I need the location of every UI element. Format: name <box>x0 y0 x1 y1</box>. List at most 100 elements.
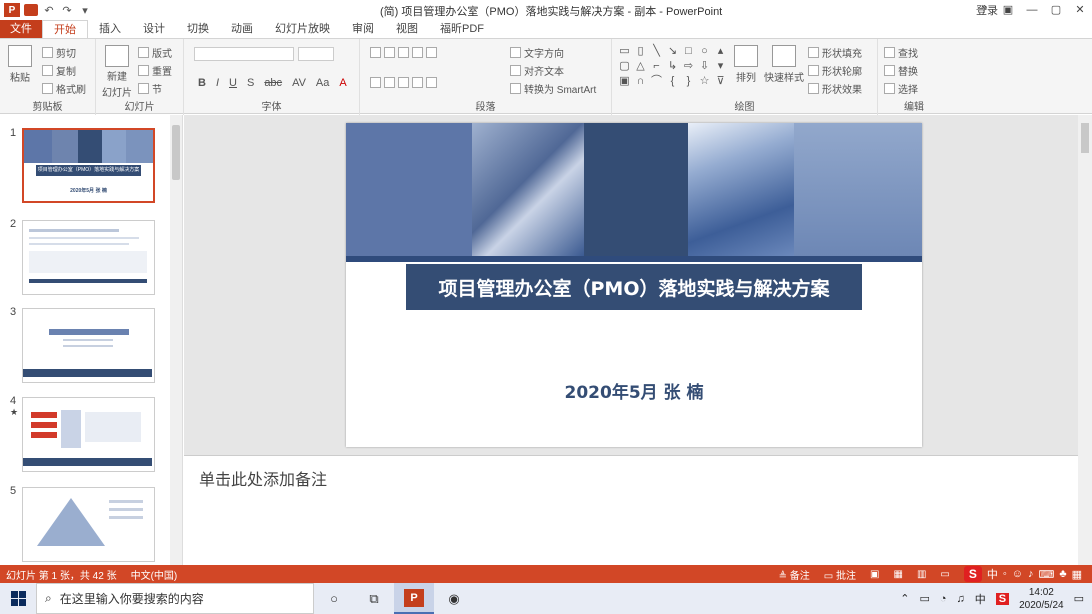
language-indicator[interactable]: 中文(中国) <box>131 567 178 582</box>
keyboard-icon[interactable]: ⌨ <box>1038 568 1054 581</box>
minimize-icon[interactable]: — <box>1020 0 1044 20</box>
connector-shape-icon[interactable]: ↳ <box>666 60 679 72</box>
section-button[interactable]: 节 <box>138 81 162 96</box>
align-center-icon[interactable] <box>384 77 395 88</box>
select-button[interactable]: 选择 <box>884 81 918 96</box>
sorter-view-icon[interactable]: ▦ <box>893 569 902 580</box>
font-color-button[interactable]: A <box>339 77 346 89</box>
textbox-v-shape-icon[interactable]: ▯ <box>634 45 647 57</box>
font-family-select[interactable] <box>194 47 294 61</box>
align-left-icon[interactable] <box>370 77 381 88</box>
volume-icon[interactable]: ♫ <box>957 593 965 605</box>
arrange-button[interactable]: 排列 <box>734 45 758 84</box>
tab-slideshow[interactable]: 幻灯片放映 <box>264 20 341 38</box>
new-slide-button[interactable]: 新建 幻灯片 <box>102 45 132 99</box>
tray-app-icon[interactable]: ▭ <box>919 592 929 605</box>
tray-up-icon[interactable]: ⌃ <box>900 592 909 605</box>
rounded-rect-shape-icon[interactable]: ▢ <box>618 60 631 72</box>
shape-effects-button[interactable]: 形状效果 <box>808 81 862 96</box>
shadow-button[interactable]: S <box>247 77 254 89</box>
comments-button[interactable]: ▭ 批注 <box>824 567 856 582</box>
arrow-line-shape-icon[interactable]: ↘ <box>666 45 679 57</box>
justify-icon[interactable] <box>412 77 423 88</box>
slide-subtitle[interactable]: 2020年5月 张 楠 <box>346 378 922 403</box>
change-case-button[interactable]: Aa <box>316 77 329 89</box>
maximize-icon[interactable]: ▢ <box>1044 0 1068 20</box>
text-direction-button[interactable]: 文字方向 <box>510 45 564 60</box>
task-view-icon[interactable]: ⧉ <box>354 583 394 614</box>
shape-outline-button[interactable]: 形状轮廓 <box>808 63 862 78</box>
close-icon[interactable]: ✕ <box>1068 0 1092 20</box>
ellipse-shape-icon[interactable]: ○ <box>698 45 711 57</box>
ime-mode[interactable]: 中 <box>987 566 998 582</box>
brace-left-shape-icon[interactable]: { <box>666 75 679 87</box>
decrease-indent-icon[interactable] <box>398 47 409 58</box>
quick-styles-button[interactable]: 快速样式 <box>764 45 804 84</box>
elbow-shape-icon[interactable]: ⌐ <box>650 60 663 72</box>
normal-view-icon[interactable]: ▣ <box>870 569 879 580</box>
mic-icon[interactable]: ♪ <box>1028 568 1034 580</box>
thumbnails-scrollbar[interactable] <box>170 115 182 565</box>
customize-icon[interactable]: ▾ <box>78 3 92 17</box>
plaque-shape-icon[interactable]: ▣ <box>618 75 631 87</box>
slide-thumbnail-1[interactable]: 项目管理办公室（PMO）落地实践与解决方案 2020年5月 张 楠 <box>22 128 155 203</box>
tab-foxit-pdf[interactable]: 福昕PDF <box>429 20 495 38</box>
save-icon[interactable] <box>24 4 38 16</box>
taskbar-powerpoint[interactable]: P <box>394 583 434 614</box>
slide-title[interactable]: 项目管理办公室（PMO）落地实践与解决方案 <box>406 264 862 310</box>
right-arrow-shape-icon[interactable]: ⇨ <box>682 60 695 72</box>
italic-button[interactable]: I <box>216 77 219 89</box>
shapes-gallery[interactable]: ▭ ▯ ╲ ↘ □ ○ ▴ ▢ △ ⌐ ↳ ⇨ ⇩ ▾ ▣ ∩ ⌒ { } ☆ … <box>618 45 734 87</box>
paste-button[interactable]: 粘贴 <box>8 45 32 84</box>
cortana-icon[interactable]: ○ <box>314 583 354 614</box>
shape-expand-icon[interactable]: ⊽ <box>714 75 727 87</box>
tab-home[interactable]: 开始 <box>42 20 88 38</box>
shape-scroll-icon[interactable]: ▾ <box>714 60 727 72</box>
increase-indent-icon[interactable] <box>412 47 423 58</box>
find-button[interactable]: 查找 <box>884 45 918 60</box>
slide-scrollbar[interactable] <box>1078 115 1092 565</box>
redo-icon[interactable]: ↷ <box>60 3 74 17</box>
slide-thumbnail-3[interactable] <box>22 308 155 383</box>
taskbar-search[interactable]: ⌕ 在这里输入你要搜索的内容 <box>36 583 314 614</box>
slide-thumbnail-2[interactable] <box>22 220 155 295</box>
tab-review[interactable]: 审阅 <box>341 20 385 38</box>
scroll-thumb[interactable] <box>1081 123 1089 153</box>
punctuation-icon[interactable]: ◦ <box>1003 568 1007 580</box>
align-right-icon[interactable] <box>398 77 409 88</box>
convert-smartart-button[interactable]: 转换为 SmartArt <box>510 81 596 96</box>
ribbon-options-icon[interactable]: ▣ <box>996 0 1020 20</box>
emoji-icon[interactable]: ☺ <box>1012 568 1023 580</box>
line-spacing-icon[interactable] <box>426 47 437 58</box>
shape-fill-button[interactable]: 形状填充 <box>808 45 862 60</box>
tab-insert[interactable]: 插入 <box>88 20 132 38</box>
down-arrow-shape-icon[interactable]: ⇩ <box>698 60 711 72</box>
strikethrough-button[interactable]: abc <box>264 77 282 89</box>
clock[interactable]: 14:02 2020/5/24 <box>1019 586 1064 612</box>
tab-transitions[interactable]: 切换 <box>176 20 220 38</box>
char-spacing-button[interactable]: AV <box>292 77 306 89</box>
bullets-icon[interactable] <box>370 47 381 58</box>
rectangle-shape-icon[interactable]: □ <box>682 45 695 57</box>
notes-placeholder[interactable]: 单击此处添加备注 <box>199 466 327 490</box>
notification-icon[interactable]: ▭ <box>1074 592 1084 605</box>
tab-file[interactable]: 文件 <box>0 20 42 38</box>
sogou-tray-icon[interactable]: S <box>995 592 1010 605</box>
layout-button[interactable]: 版式 <box>138 45 172 60</box>
arc-shape-icon[interactable]: ⌒ <box>650 75 663 87</box>
tab-design[interactable]: 设计 <box>132 20 176 38</box>
tab-view[interactable]: 视图 <box>385 20 429 38</box>
notes-button[interactable]: ≜ 备注 <box>779 567 810 582</box>
network-icon[interactable]: ◔ <box>940 593 947 605</box>
help-icon[interactable]: ? <box>972 0 996 20</box>
format-painter-button[interactable]: 格式刷 <box>42 81 86 96</box>
scroll-thumb[interactable] <box>172 125 180 180</box>
star-shape-icon[interactable]: ☆ <box>698 75 711 87</box>
curve-shape-icon[interactable]: ∩ <box>634 75 647 87</box>
shape-more-icon[interactable]: ▴ <box>714 45 727 57</box>
sogou-logo-icon[interactable]: S <box>963 566 982 582</box>
textbox-shape-icon[interactable]: ▭ <box>618 45 631 57</box>
numbering-icon[interactable] <box>384 47 395 58</box>
reading-view-icon[interactable]: ▥ <box>917 569 926 580</box>
slide-thumbnail-4[interactable] <box>22 397 155 472</box>
